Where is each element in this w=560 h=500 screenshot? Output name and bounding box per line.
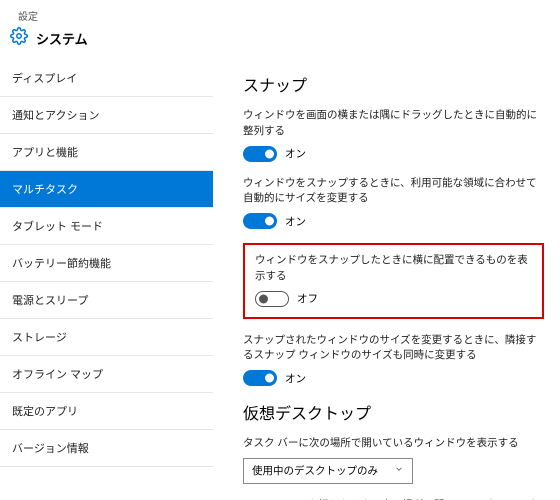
snap-opt1-toggle[interactable]	[243, 146, 277, 162]
section-snap-title: スナップ	[243, 72, 544, 96]
sidebar-item-5[interactable]: バッテリー節約機能	[0, 245, 213, 282]
sidebar-item-3[interactable]: マルチタスク	[0, 171, 213, 208]
highlighted-option: ウィンドウをスナップしたときに横に配置できるものを表示する オフ	[243, 243, 544, 319]
main-panel: スナップ ウィンドウを画面の横または隅にドラッグしたときに自動的に整列する オン…	[213, 60, 560, 500]
snap-opt2-toggle[interactable]	[243, 213, 277, 229]
snap-opt3-toggle[interactable]	[255, 291, 289, 307]
page-title: システム	[36, 29, 88, 48]
sidebar-item-10[interactable]: バージョン情報	[0, 430, 213, 467]
snap-opt4-toggle[interactable]	[243, 370, 277, 386]
section-vd-title: 仮想デスクトップ	[243, 400, 544, 424]
vd-opt1-label: タスク バーに次の場所で開いているウィンドウを表示する	[243, 436, 544, 452]
sidebar-item-1[interactable]: 通知とアクション	[0, 97, 213, 134]
snap-opt2-state: オン	[285, 214, 306, 229]
snap-opt4-state: オン	[285, 371, 306, 386]
window-title: 設定	[10, 8, 550, 23]
sidebar-item-7[interactable]: ストレージ	[0, 319, 213, 356]
gear-icon	[10, 27, 36, 50]
snap-opt1-state: オン	[285, 146, 306, 161]
snap-opt3-state: オフ	[297, 291, 318, 306]
vd-opt1-value: 使用中のデスクトップのみ	[252, 463, 378, 478]
snap-opt3-label: ウィンドウをスナップしたときに横に配置できるものを表示する	[255, 253, 532, 285]
sidebar-item-4[interactable]: タブレット モード	[0, 208, 213, 245]
chevron-down-icon	[394, 464, 404, 477]
snap-opt1-label: ウィンドウを画面の横または隅にドラッグしたときに自動的に整列する	[243, 108, 544, 140]
sidebar-item-0[interactable]: ディスプレイ	[0, 60, 213, 97]
vd-opt1-dropdown[interactable]: 使用中のデスクトップのみ	[243, 458, 413, 484]
sidebar-item-6[interactable]: 電源とスリープ	[0, 282, 213, 319]
sidebar-item-9[interactable]: 既定のアプリ	[0, 393, 213, 430]
sidebar: ディスプレイ通知とアクションアプリと機能マルチタスクタブレット モードバッテリー…	[0, 60, 213, 500]
sidebar-item-2[interactable]: アプリと機能	[0, 134, 213, 171]
sidebar-item-8[interactable]: オフライン マップ	[0, 356, 213, 393]
snap-opt4-label: スナップされたウィンドウのサイズを変更するときに、隣接するスナップ ウィンドウの…	[243, 333, 544, 365]
snap-opt2-label: ウィンドウをスナップするときに、利用可能な領域に合わせて自動的にサイズを変更する	[243, 176, 544, 208]
